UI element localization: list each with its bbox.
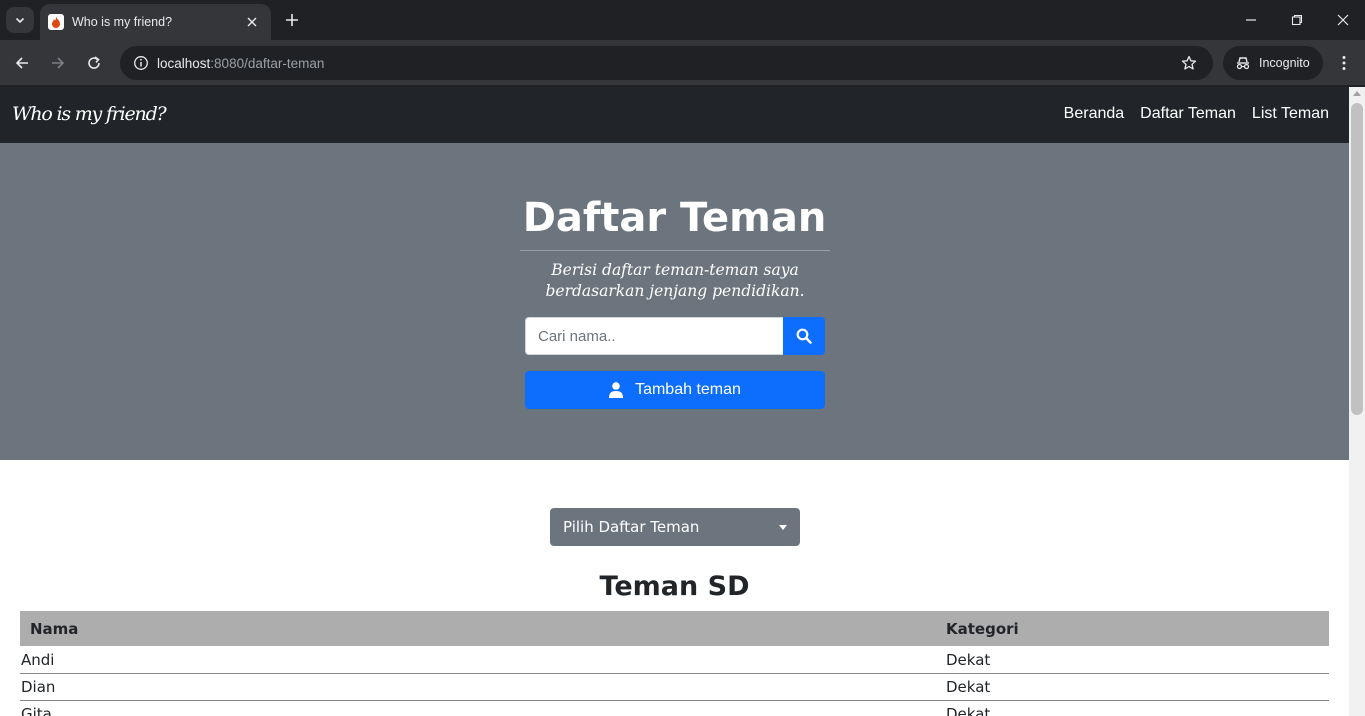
site-info-icon[interactable] xyxy=(130,52,152,74)
site-navbar: Who is my friend? Beranda Daftar Teman L… xyxy=(0,87,1349,143)
user-icon xyxy=(609,382,624,398)
forward-button[interactable] xyxy=(44,49,72,77)
cell-nama: Andi xyxy=(20,646,946,674)
browser-toolbar: localhost:8080/daftar-teman Incognito xyxy=(0,40,1365,86)
section-title: Teman SD xyxy=(599,571,750,602)
back-button[interactable] xyxy=(8,49,36,77)
restore-button[interactable] xyxy=(1274,0,1320,40)
reload-icon xyxy=(88,56,100,69)
restore-icon xyxy=(1291,14,1303,26)
browser-tab-strip: Who is my friend? xyxy=(0,0,1365,40)
site-brand[interactable]: Who is my friend? xyxy=(12,103,167,125)
tab-search-button[interactable] xyxy=(6,7,34,33)
friends-table: Nama Kategori Andi Dekat Dian Dekat Gita… xyxy=(20,611,1329,716)
page-description: Berisi daftar teman-teman saya berdasark… xyxy=(545,261,805,300)
cell-nama: Dian xyxy=(20,673,946,701)
scrollbar-thumb[interactable] xyxy=(1351,103,1363,415)
search-group xyxy=(525,317,825,355)
cell-kategori: Dekat xyxy=(946,700,1329,716)
nav-link-daftar-teman[interactable]: Daftar Teman xyxy=(1140,105,1236,123)
add-friend-button[interactable]: Tambah teman xyxy=(525,371,825,409)
nav-link-list-teman[interactable]: List Teman xyxy=(1252,105,1329,123)
caret-down-icon xyxy=(779,525,787,530)
browser-tab[interactable]: Who is my friend? xyxy=(40,4,271,40)
dropdown-label: Pilih Daftar Teman xyxy=(563,518,700,536)
cell-nama: Gita xyxy=(20,700,946,716)
close-window-button[interactable] xyxy=(1320,0,1365,40)
table-row: Gita Dekat xyxy=(20,700,1329,716)
incognito-label: Incognito xyxy=(1259,56,1310,70)
bookmark-star-icon[interactable] xyxy=(1179,53,1199,73)
plus-icon xyxy=(286,14,298,26)
column-header-nama: Nama xyxy=(30,619,79,638)
close-tab-icon[interactable] xyxy=(243,13,261,31)
reload-button[interactable] xyxy=(80,49,108,77)
url-text: localhost:8080/daftar-teman xyxy=(157,55,325,71)
incognito-indicator[interactable]: Incognito xyxy=(1223,46,1323,80)
tab-title: Who is my friend? xyxy=(72,15,173,29)
arrow-right-icon xyxy=(52,57,65,69)
search-button[interactable] xyxy=(783,317,825,355)
minimize-button[interactable] xyxy=(1228,0,1274,40)
table-row: Andi Dekat xyxy=(20,646,1329,674)
chevron-down-icon xyxy=(15,17,25,24)
scroll-up-arrow-icon[interactable] xyxy=(1353,91,1361,96)
address-bar[interactable]: localhost:8080/daftar-teman xyxy=(120,46,1213,80)
new-tab-button[interactable] xyxy=(280,9,304,31)
page-title: Daftar Teman xyxy=(522,195,827,241)
arrow-left-icon xyxy=(15,57,28,69)
incognito-icon xyxy=(1236,57,1250,70)
title-divider xyxy=(520,250,830,251)
nav-links: Beranda Daftar Teman List Teman xyxy=(1064,105,1329,123)
page-scrollbar[interactable] xyxy=(1349,87,1365,716)
column-header-kategori: Kategori xyxy=(946,619,1019,638)
table-header-row: Nama Kategori xyxy=(20,611,1329,646)
browser-menu-button[interactable] xyxy=(1332,49,1356,77)
table-row: Dian Dekat xyxy=(20,673,1329,701)
nav-link-beranda[interactable]: Beranda xyxy=(1064,105,1125,123)
cell-kategori: Dekat xyxy=(946,646,1329,674)
search-icon xyxy=(796,328,812,344)
more-vertical-icon xyxy=(1342,56,1346,70)
flame-favicon-icon xyxy=(48,14,64,30)
minimize-icon xyxy=(1246,19,1256,21)
hero-section: Daftar Teman Berisi daftar teman-teman s… xyxy=(0,143,1349,460)
friend-list-dropdown[interactable]: Pilih Daftar Teman xyxy=(550,508,800,546)
cell-kategori: Dekat xyxy=(946,673,1329,701)
page-viewport: Who is my friend? Beranda Daftar Teman L… xyxy=(0,87,1349,716)
search-input[interactable] xyxy=(525,317,783,355)
add-friend-label: Tambah teman xyxy=(635,381,741,398)
close-icon xyxy=(1337,14,1349,26)
